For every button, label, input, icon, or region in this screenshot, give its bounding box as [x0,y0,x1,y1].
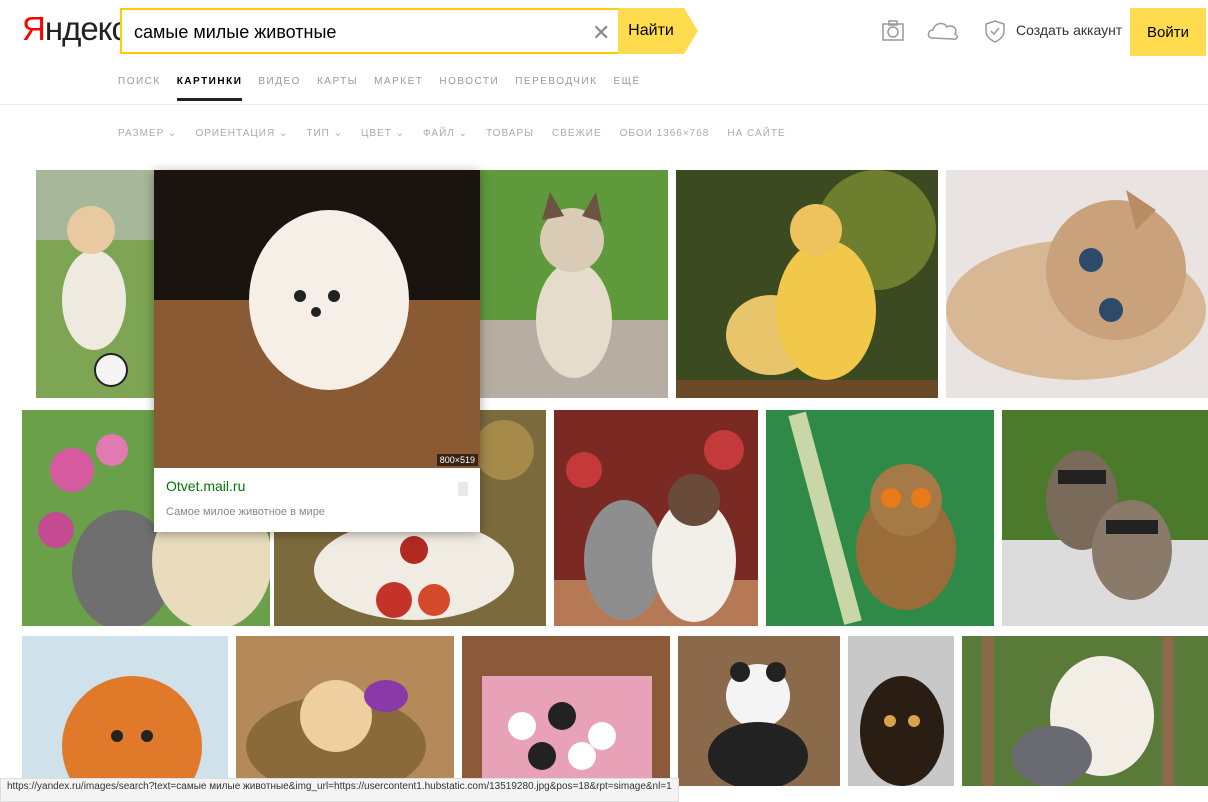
image-result-kitten-basket[interactable] [236,636,454,786]
image-result-pomeranian-ball[interactable] [36,170,154,398]
search-input[interactable] [132,21,576,44]
image-result-lying-kitten[interactable] [946,170,1208,398]
tab-video[interactable]: ВИДЕО [258,76,301,87]
header-divider [0,104,1208,105]
search-button[interactable]: Найти [618,8,698,54]
camera-icon[interactable] [880,18,906,44]
filter-bar: РАЗМЕР ⌄ ОРИЕНТАЦИЯ ⌄ ТИП ⌄ ЦВЕТ ⌄ ФАЙЛ … [118,128,786,139]
image-result-raccoons[interactable] [1002,410,1208,626]
image-result-puppy-cat[interactable] [962,636,1208,786]
tab-market[interactable]: МАРКЕТ [374,76,423,87]
tab-images[interactable]: КАРТИНКИ [176,76,243,101]
image-result-tarsier[interactable] [766,410,994,626]
image-result-dalmatian-puppies[interactable] [462,636,670,786]
image-dimensions: 800×519 [436,454,478,466]
filter-on-site[interactable]: НА САЙТЕ [727,128,785,139]
filter-wallpaper[interactable]: ОБОИ 1366×768 [620,128,710,139]
tab-translator[interactable]: ПЕРЕВОДЧИК [515,76,597,87]
image-result-siamese-kitten[interactable] [480,170,668,398]
more-options-icon[interactable] [458,482,468,496]
preview-description[interactable]: Самое милое животное в мире [166,506,325,518]
clear-icon[interactable]: ✕ [592,20,610,46]
filter-size[interactable]: РАЗМЕР ⌄ [118,128,177,139]
preview-info: Otvet.mail.ru Самое милое животное в мир… [154,468,480,532]
create-account-link[interactable]: Создать аккаунт [1016,22,1122,38]
tab-maps[interactable]: КАРТЫ [317,76,358,87]
preview-image[interactable] [154,170,480,468]
filter-color[interactable]: ЦВЕТ ⌄ [361,128,405,139]
status-bar-url: https://yandex.ru/images/search?text=сам… [0,778,679,802]
search-box[interactable]: ✕ [120,8,620,54]
service-tabs: ПОИСК КАРТИНКИ ВИДЕО КАРТЫ МАРКЕТ НОВОСТ… [118,76,641,101]
filter-products[interactable]: ТОВАРЫ [486,128,534,139]
filter-type[interactable]: ТИП ⌄ [306,128,343,139]
search-form: ✕ Найти [120,8,700,54]
filter-file[interactable]: ФАЙЛ ⌄ [423,128,468,139]
tab-news[interactable]: НОВОСТИ [439,76,499,87]
image-result-panda[interactable] [678,636,840,786]
image-result-kitten-puppy[interactable] [554,410,758,626]
yandex-logo[interactable]: Яндекс [22,10,128,48]
image-preview-card[interactable]: 800×519 Otvet.mail.ru Самое милое животн… [154,170,480,532]
image-result-puppy-black[interactable] [848,636,954,786]
login-button[interactable]: Войти [1130,8,1206,56]
tab-search[interactable]: ПОИСК [118,76,161,87]
shield-icon[interactable] [982,18,1008,44]
preview-domain-link[interactable]: Otvet.mail.ru [166,478,245,494]
tab-more[interactable]: ЕЩЁ [613,76,640,87]
filter-fresh[interactable]: СВЕЖИЕ [552,128,602,139]
image-result-chicks[interactable] [676,170,938,398]
logo-rest: ндекс [44,10,128,47]
logo-first-letter: Я [22,10,46,47]
filter-orientation[interactable]: ОРИЕНТАЦИЯ ⌄ [195,128,288,139]
cloud-icon[interactable] [926,18,962,44]
image-result-pomeranian-orange[interactable] [22,636,228,786]
